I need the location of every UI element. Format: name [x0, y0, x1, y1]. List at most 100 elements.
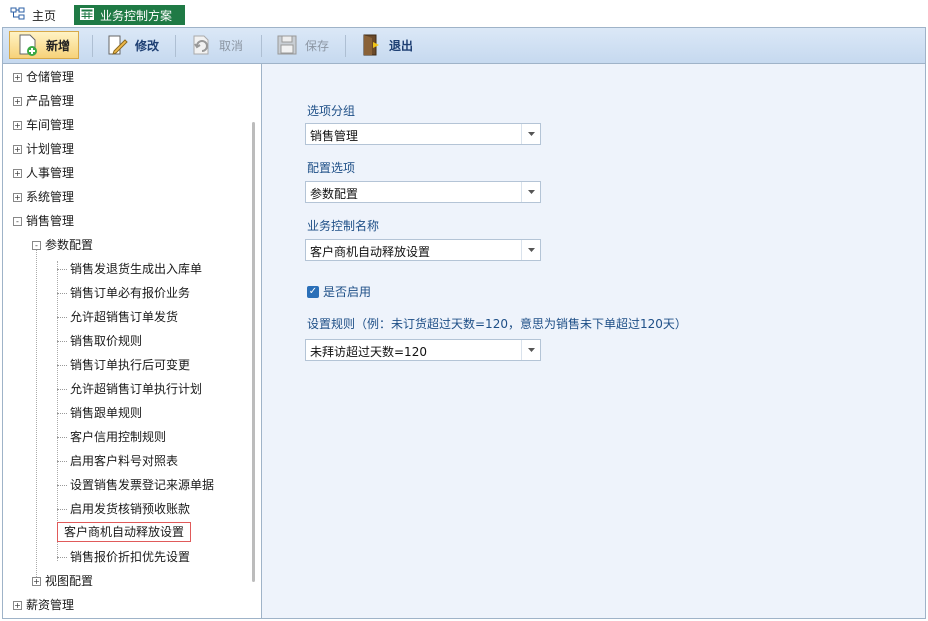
tree-node-label: 人事管理	[26, 166, 75, 180]
expand-icon[interactable]: +	[13, 120, 22, 130]
new-button-label: 新增	[46, 38, 71, 53]
edit-button-label: 修改	[135, 38, 160, 53]
tree-leaf-label: 销售跟单规则	[70, 406, 143, 420]
table-icon	[80, 7, 94, 23]
tree-node-label: 产品管理	[26, 94, 75, 108]
tree-leaf[interactable]: 允许超销售订单执行计划	[57, 380, 202, 398]
tree-node-warehouse[interactable]: + 仓储管理	[13, 68, 74, 86]
exit-door-icon	[359, 33, 383, 57]
tree-leaf-label: 销售报价折扣优先设置	[70, 550, 191, 564]
tree-node-label: 薪资管理	[26, 598, 75, 612]
config-option-label: 配置选项	[307, 161, 356, 175]
tree-leaf[interactable]: 销售发退货生成出入库单	[57, 260, 202, 278]
tree-leaf-label: 启用客户料号对照表	[70, 454, 179, 468]
dropdown-arrow-icon[interactable]	[521, 240, 540, 260]
control-name-select[interactable]: 客户商机自动释放设置	[305, 239, 541, 261]
tree-leaf[interactable]: 允许超销售订单发货	[57, 308, 178, 326]
enabled-checkbox[interactable]: ✓ 是否启用	[307, 283, 371, 300]
tree-connector	[57, 436, 67, 438]
tree-leaf-label: 允许超销售订单发货	[70, 310, 179, 324]
tree-connector	[57, 412, 67, 414]
tree-node-label: 视图配置	[45, 574, 94, 588]
tree-leaf-label: 允许超销售订单执行计划	[70, 382, 203, 396]
enabled-label: 是否启用	[323, 285, 372, 299]
exit-button-label: 退出	[389, 38, 414, 53]
tree-leaf-label: 销售订单执行后可变更	[70, 358, 191, 372]
exit-button[interactable]: 退出	[353, 31, 413, 59]
cancel-undo-icon	[189, 33, 213, 57]
collapse-icon[interactable]: -	[13, 216, 22, 226]
tree-leaf[interactable]: 启用客户料号对照表	[57, 452, 178, 470]
tree-leaf[interactable]: 设置销售发票登记来源单据	[57, 476, 214, 494]
tree-leaf-selected[interactable]: 客户商机自动释放设置	[57, 522, 192, 542]
tree-leaf-label: 客户信用控制规则	[70, 430, 167, 444]
expand-icon[interactable]: +	[13, 168, 22, 178]
tree-node-label: 系统管理	[26, 190, 75, 204]
tab-business-control-label: 业务控制方案	[100, 8, 173, 23]
rule-value: 未拜访超过天数=120	[310, 345, 427, 359]
toolbar: 新增 修改 取消 保存 退出	[3, 28, 925, 64]
option-group-value: 销售管理	[310, 129, 359, 143]
save-button[interactable]: 保存	[269, 31, 329, 59]
tree-connector	[57, 316, 67, 318]
option-group-select[interactable]: 销售管理	[305, 123, 541, 145]
tree-node-label: 仓储管理	[26, 70, 75, 84]
expand-icon[interactable]: +	[13, 192, 22, 202]
edit-button[interactable]: 修改	[99, 31, 159, 59]
toolbar-divider	[261, 35, 262, 57]
dropdown-arrow-icon[interactable]	[521, 182, 540, 202]
tree-scrollbar[interactable]	[252, 122, 255, 582]
toolbar-divider	[345, 35, 346, 57]
dropdown-arrow-icon[interactable]	[521, 340, 540, 360]
tree-node-hr[interactable]: + 人事管理	[13, 164, 74, 182]
tree-leaf[interactable]: 销售报价折扣优先设置	[57, 548, 190, 566]
tree-node-label: 计划管理	[26, 142, 75, 156]
tab-home-label: 主页	[32, 8, 57, 23]
tree-leaf-label: 销售订单必有报价业务	[70, 286, 191, 300]
tree-leaf[interactable]: 销售跟单规则	[57, 404, 142, 422]
option-group-label: 选项分组	[307, 104, 356, 118]
tree-node-plan[interactable]: + 计划管理	[13, 140, 74, 158]
tree-leaf[interactable]: 销售取价规则	[57, 332, 142, 350]
tree-leaf[interactable]: 销售订单执行后可变更	[57, 356, 190, 374]
tab-home[interactable]: 主页	[10, 5, 56, 25]
expand-icon[interactable]: +	[32, 576, 41, 586]
tree-node-system[interactable]: + 系统管理	[13, 188, 74, 206]
new-document-icon	[16, 33, 40, 57]
expand-icon[interactable]: +	[13, 96, 22, 106]
cancel-button[interactable]: 取消	[183, 31, 243, 59]
expand-icon[interactable]: +	[13, 144, 22, 154]
check-icon[interactable]: ✓	[307, 285, 319, 298]
collapse-icon[interactable]: -	[32, 240, 41, 250]
cancel-button-label: 取消	[219, 38, 244, 53]
tree-node-view-config[interactable]: + 视图配置	[32, 572, 93, 590]
settings-form: 选项分组 销售管理 配置选项 参数配置 业务控制名称 客户商机自动释放设置 ✓ …	[262, 64, 925, 618]
tree-leaf-label: 启用发货核销预收账款	[70, 502, 191, 516]
expand-icon[interactable]: +	[13, 600, 22, 610]
rule-select[interactable]: 未拜访超过天数=120	[305, 339, 541, 361]
save-disk-icon	[275, 33, 299, 57]
toolbar-divider	[175, 35, 176, 57]
expand-icon[interactable]: +	[13, 72, 22, 82]
tree-connector	[57, 556, 67, 558]
tree-leaf[interactable]: 客户信用控制规则	[57, 428, 166, 446]
tab-business-control[interactable]: 业务控制方案	[74, 5, 185, 25]
tree-node-workshop[interactable]: + 车间管理	[13, 116, 74, 134]
tree-connector	[57, 484, 67, 486]
config-option-select[interactable]: 参数配置	[305, 181, 541, 203]
tab-bar: 主页 业务控制方案	[0, 0, 928, 27]
tree-node-label: 销售管理	[26, 214, 75, 228]
tree-leaf[interactable]: 销售订单必有报价业务	[57, 284, 190, 302]
rule-label: 设置规则（例：未订货超过天数=120，意思为销售未下单超过120天）	[307, 317, 687, 331]
tree-leaf-label: 客户商机自动释放设置	[57, 522, 192, 542]
home-org-icon	[10, 7, 26, 24]
tree-node-sales[interactable]: - 销售管理	[13, 212, 74, 230]
new-button[interactable]: 新增	[9, 31, 80, 59]
tree-node-product[interactable]: + 产品管理	[13, 92, 74, 110]
dropdown-arrow-icon[interactable]	[521, 124, 540, 144]
tree-node-salary[interactable]: + 薪资管理	[13, 596, 74, 614]
tree-node-param-config[interactable]: - 参数配置	[32, 236, 93, 254]
tree-connector	[57, 364, 67, 366]
tree-leaf[interactable]: 启用发货核销预收账款	[57, 500, 190, 518]
tree-leaf-label: 设置销售发票登记来源单据	[70, 478, 215, 492]
